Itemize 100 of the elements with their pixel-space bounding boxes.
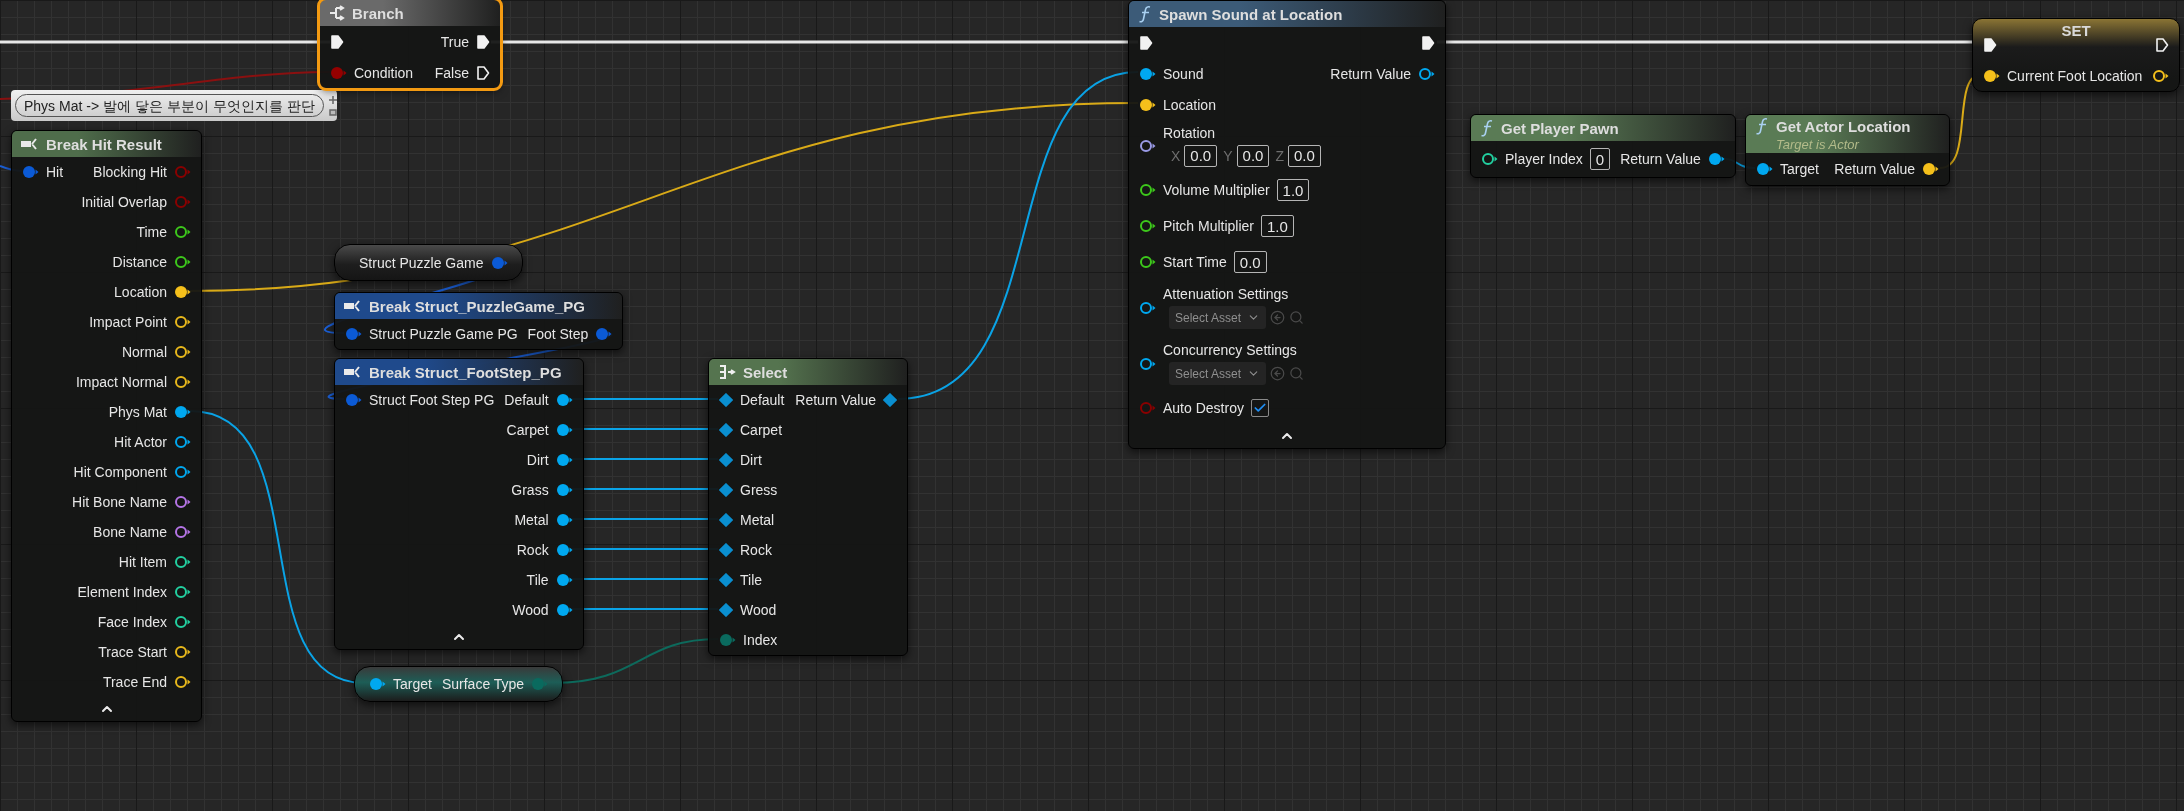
data-pin-icon[interactable] bbox=[174, 435, 191, 449]
data-pin-icon[interactable] bbox=[719, 483, 733, 497]
pin-label: Phys Mat bbox=[108, 405, 167, 419]
data-pin-icon[interactable] bbox=[174, 525, 191, 539]
blueprint-node[interactable] bbox=[1128, 0, 1446, 449]
asset-dropdown[interactable]: Select Asset bbox=[1169, 306, 1267, 329]
data-pin-icon[interactable] bbox=[174, 555, 191, 569]
exec-pin-icon[interactable] bbox=[2155, 36, 2170, 53]
pin-label: Normal bbox=[121, 345, 167, 359]
data-pin-icon[interactable] bbox=[555, 393, 573, 407]
data-pin-icon[interactable] bbox=[174, 285, 191, 299]
branch-icon bbox=[329, 5, 345, 21]
data-pin-icon[interactable] bbox=[174, 645, 191, 659]
value-field[interactable]: 0 bbox=[1589, 148, 1611, 170]
exec-pin-icon[interactable] bbox=[1139, 34, 1153, 51]
pin-label: Trace Start bbox=[98, 645, 167, 659]
data-pin-icon[interactable] bbox=[719, 423, 733, 437]
data-pin-icon[interactable] bbox=[174, 315, 191, 329]
checkbox[interactable] bbox=[1250, 399, 1269, 417]
data-pin-icon[interactable] bbox=[1139, 357, 1156, 371]
data-pin-icon[interactable] bbox=[1481, 152, 1498, 166]
value-field[interactable]: 1.0 bbox=[1261, 215, 1294, 237]
data-pin-icon[interactable] bbox=[174, 345, 191, 359]
value-field[interactable]: 0.0 bbox=[1233, 251, 1267, 273]
data-pin-icon[interactable] bbox=[174, 375, 191, 389]
blueprint-node[interactable]: Get Player Pawn Player Index 0 Return Value bbox=[1470, 114, 1736, 178]
data-pin-icon[interactable] bbox=[174, 255, 191, 269]
node-title: Break Struct_FootStep_PG bbox=[369, 364, 562, 380]
compact-node[interactable]: Struct Puzzle Game bbox=[334, 244, 523, 281]
node-subtitle: Target is Actor bbox=[1775, 136, 1861, 151]
data-pin-icon[interactable] bbox=[174, 405, 191, 419]
asset-dropdown[interactable]: Select Asset bbox=[1169, 362, 1267, 385]
data-pin-icon[interactable] bbox=[719, 513, 733, 527]
blueprint-node[interactable]: Break Struct_FootStep_PG Struct Foot Step PG Default Carpet Dirt Grass Metal Rock Tile Wood bbox=[334, 358, 584, 650]
data-pin-icon[interactable] bbox=[719, 453, 733, 467]
data-pin-icon[interactable] bbox=[1983, 68, 2000, 83]
data-pin-icon[interactable] bbox=[174, 225, 191, 239]
data-pin-icon[interactable] bbox=[1707, 152, 1725, 166]
exec-pin-icon[interactable] bbox=[476, 33, 490, 50]
node-title: Get Actor Location bbox=[1776, 118, 1911, 134]
data-pin-icon[interactable] bbox=[174, 615, 191, 629]
value-field[interactable]: 0.0 bbox=[1236, 144, 1270, 167]
exec-pin-icon[interactable] bbox=[476, 64, 490, 81]
exec-pin-icon[interactable] bbox=[330, 33, 344, 50]
graph-canvas[interactable] bbox=[0, 0, 2184, 811]
pin-label: Current Foot Location bbox=[2007, 68, 2143, 83]
data-pin-icon[interactable] bbox=[1139, 301, 1156, 315]
blueprint-node[interactable]: SET Current Foot Location bbox=[1972, 18, 2181, 92]
data-pin-icon[interactable] bbox=[1139, 219, 1156, 233]
data-pin-icon[interactable] bbox=[719, 543, 733, 557]
pin-label: Hit Actor bbox=[114, 435, 167, 449]
pin-label: Return Value bbox=[1834, 162, 1915, 176]
data-pin-icon[interactable] bbox=[555, 603, 573, 617]
value-field[interactable]: 0.0 bbox=[1184, 144, 1218, 167]
blueprint-node[interactable]: Branch True Condition False bbox=[320, 0, 500, 88]
data-pin-icon[interactable] bbox=[719, 573, 733, 587]
data-pin-icon[interactable] bbox=[174, 495, 191, 509]
data-pin-icon[interactable] bbox=[1922, 162, 1939, 176]
data-pin-icon[interactable] bbox=[1139, 97, 1156, 112]
pin-label: Return Value bbox=[795, 393, 876, 407]
data-pin-icon[interactable] bbox=[883, 393, 897, 407]
data-pin-icon[interactable] bbox=[174, 675, 191, 689]
data-pin-icon[interactable] bbox=[555, 573, 573, 587]
blueprint-node[interactable]: Get Actor Location Target is Actor Target Return Value bbox=[1745, 114, 1950, 186]
data-pin-icon[interactable] bbox=[1756, 162, 1773, 176]
data-pin-icon[interactable] bbox=[555, 543, 573, 557]
pin-label: Rotation bbox=[1163, 125, 1217, 140]
pin-label: Default bbox=[504, 393, 549, 407]
data-pin-icon[interactable] bbox=[1418, 66, 1435, 81]
data-pin-icon[interactable] bbox=[1139, 139, 1156, 153]
pin-label: Volume Multiplier bbox=[1163, 183, 1270, 197]
blueprint-node[interactable]: Select Default Return Value Carpet Dirt Gress Metal Rock Tile Wood Index bbox=[708, 358, 908, 656]
pin-label: Initial Overlap bbox=[81, 195, 167, 209]
value-field[interactable]: 0.0 bbox=[1287, 144, 1321, 167]
value-field[interactable]: 1.0 bbox=[1276, 179, 1310, 201]
data-pin-icon[interactable] bbox=[555, 423, 573, 437]
data-pin-icon[interactable] bbox=[555, 483, 573, 497]
data-pin-icon[interactable] bbox=[719, 603, 733, 617]
pin-icon[interactable] bbox=[327, 94, 338, 117]
pin-label: Blocking Hit bbox=[93, 165, 167, 179]
data-pin-icon[interactable] bbox=[1139, 255, 1156, 269]
data-pin-icon[interactable] bbox=[174, 465, 191, 479]
node-title: Spawn Sound at Location bbox=[1159, 6, 1343, 22]
data-pin-icon[interactable] bbox=[719, 393, 733, 407]
data-pin-icon[interactable] bbox=[555, 453, 573, 467]
blueprint-node[interactable] bbox=[11, 130, 202, 722]
data-pin-icon[interactable] bbox=[1139, 183, 1156, 197]
exec-pin-icon[interactable] bbox=[1421, 34, 1435, 51]
data-pin-icon[interactable] bbox=[1139, 66, 1156, 81]
pin-label: Foot Step bbox=[527, 327, 589, 341]
data-pin-icon[interactable] bbox=[174, 585, 191, 599]
pin-label: Hit Item bbox=[118, 555, 167, 569]
data-pin-icon[interactable] bbox=[2152, 68, 2170, 83]
exec-pin-icon[interactable] bbox=[1983, 36, 1997, 53]
pin-label: Struct Puzzle Game bbox=[359, 255, 484, 270]
pin-label: Default bbox=[740, 393, 785, 407]
comment-bubble[interactable]: Phys Mat -> 발에 닿은 부분이 무엇인지를 판단 bbox=[11, 90, 337, 121]
node-title: Break Struct_PuzzleGame_PG bbox=[369, 298, 585, 314]
node-title: Get Player Pawn bbox=[1501, 120, 1619, 136]
data-pin-icon[interactable] bbox=[555, 513, 573, 527]
